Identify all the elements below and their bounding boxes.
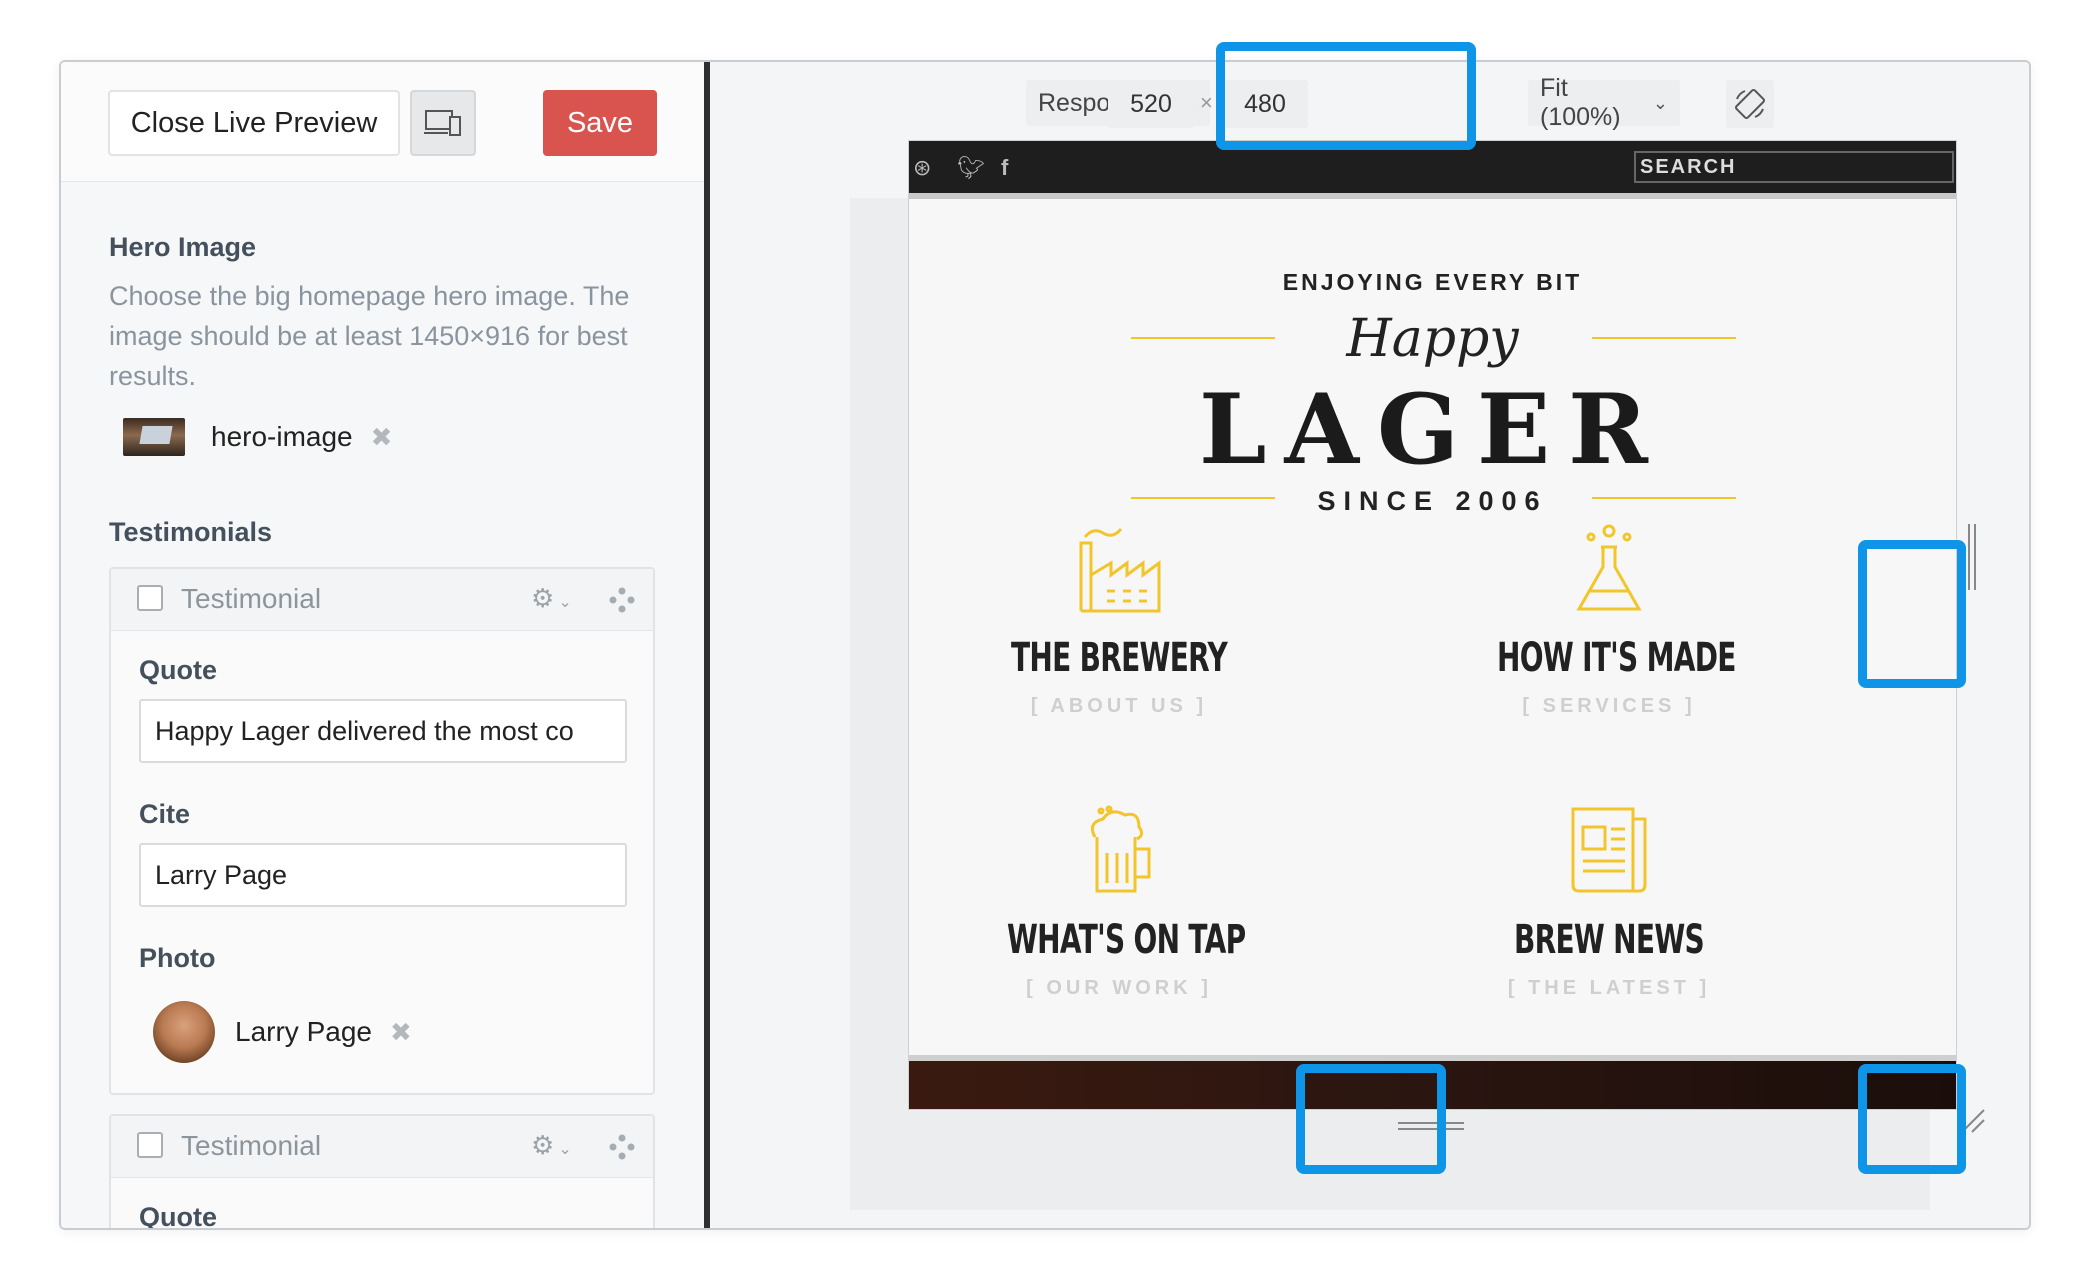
- feature-how-its-made[interactable]: HOW IT'S MADE [ SERVICES ]: [1449, 523, 1769, 718]
- feature-link[interactable]: [ OUR WORK ]: [959, 977, 1279, 1000]
- testimonial-checkbox[interactable]: [137, 585, 163, 611]
- save-button[interactable]: Save: [543, 90, 657, 156]
- live-preview-window: Close Live Preview Save Hero Image Choos…: [59, 60, 2031, 1230]
- site-tagline: ENJOYING EVERY BIT: [1282, 269, 1583, 295]
- testimonials-heading: Testimonials: [109, 517, 273, 547]
- chevron-down-icon: ⌄: [1652, 92, 1668, 113]
- testimonial-card-header[interactable]: Testimonial ⚙ ⌄: [111, 569, 653, 631]
- hero-image-thumbnail[interactable]: [123, 418, 185, 456]
- quote-label: Quote: [139, 1202, 217, 1228]
- quote-label: Quote: [139, 655, 217, 685]
- remove-hero-image-icon[interactable]: ✖: [371, 422, 393, 453]
- device-preview-button[interactable]: [410, 90, 476, 156]
- photo-label: Photo: [139, 943, 216, 973]
- cite-label: Cite: [139, 799, 191, 829]
- twitter-icon[interactable]: 🐦︎: [957, 155, 985, 181]
- cite-input[interactable]: Larry Page: [139, 843, 627, 907]
- remove-photo-icon[interactable]: ✖: [390, 1017, 412, 1048]
- testimonial-checkbox[interactable]: [137, 1132, 163, 1158]
- corner-handle-highlight: [1858, 1064, 1966, 1174]
- width-input[interactable]: 520: [1108, 80, 1194, 128]
- newspaper-icon: [1571, 807, 1647, 893]
- testimonial-card-title: Testimonial: [181, 583, 322, 614]
- factory-icon: [1079, 528, 1161, 613]
- site-search-input[interactable]: SEARCH: [1634, 151, 1954, 183]
- site-since: SINCE 2006: [1317, 486, 1548, 516]
- hero-image-filename: hero-image: [211, 421, 353, 452]
- hero-image-heading: Hero Image: [109, 232, 257, 262]
- devices-icon: [424, 110, 461, 136]
- feature-title: WHAT'S ON TAP: [1007, 917, 1246, 963]
- close-live-preview-button[interactable]: Close Live Preview: [108, 90, 400, 156]
- testimonial-card-title: Testimonial: [181, 1130, 322, 1161]
- site-script-logo: Happy: [1346, 309, 1519, 369]
- beer-mug-icon: [1090, 805, 1151, 893]
- drag-handle-icon[interactable]: [609, 587, 635, 613]
- dribbble-icon[interactable]: ⊛: [913, 155, 931, 181]
- hero-image-description: Choose the big homepage hero image. The …: [109, 281, 630, 391]
- feature-brew-news[interactable]: BREW NEWS [ THE LATEST ]: [1449, 805, 1769, 1000]
- site-logo: LAGER: [1199, 373, 1666, 486]
- drag-handle-icon[interactable]: [609, 1134, 635, 1160]
- feature-title: BREW NEWS: [1514, 917, 1705, 963]
- quote-input[interactable]: Happy Lager delivered the most co: [139, 699, 627, 763]
- feature-title: HOW IT'S MADE: [1497, 635, 1736, 681]
- height-handle-highlight: [1296, 1064, 1446, 1174]
- facebook-icon[interactable]: f: [1001, 155, 1008, 181]
- testimonial-card: Testimonial ⚙ ⌄ Quote Happy Lager deliver…: [109, 567, 655, 1095]
- feature-brewery[interactable]: THE BREWERY [ ABOUT US ]: [959, 523, 1279, 718]
- feature-whats-on-tap[interactable]: WHAT'S ON TAP [ OUR WORK ]: [959, 805, 1279, 1000]
- preview-viewport[interactable]: ⊛ 🐦︎ f SEARCH ENJOYING EVERY BIT Happy L…: [908, 140, 1957, 1110]
- testimonial-card: Testimonial ⚙ ⌄ Quote: [109, 1114, 655, 1228]
- zoom-select-label: Fit (100%): [1540, 74, 1621, 131]
- avatar[interactable]: [153, 1001, 215, 1063]
- dimensions-highlight: [1216, 42, 1476, 150]
- preview-panel: Responsive ⌄ 520 × 480 Fit (100%) ⌄ ⊛ 🐦︎…: [710, 62, 2029, 1228]
- feature-link[interactable]: [ SERVICES ]: [1449, 695, 1769, 718]
- dimension-separator: ×: [1200, 90, 1213, 115]
- width-handle-highlight: [1858, 540, 1966, 688]
- photo-filename: Larry Page: [235, 1016, 372, 1047]
- zoom-select[interactable]: Fit (100%) ⌄: [1528, 74, 1680, 131]
- rotate-button[interactable]: [1726, 80, 1774, 128]
- hero-image-file: hero-image ✖: [123, 418, 392, 456]
- editor-panel: Close Live Preview Save Hero Image Choos…: [61, 62, 707, 1228]
- resize-width-handle[interactable]: [1966, 524, 1978, 590]
- rotate-icon: [1734, 88, 1766, 120]
- feature-link[interactable]: [ THE LATEST ]: [1449, 977, 1769, 1000]
- photo-file: Larry Page ✖: [153, 1001, 412, 1063]
- feature-title: THE BREWERY: [1010, 635, 1228, 681]
- testimonial-card-header[interactable]: Testimonial ⚙ ⌄: [111, 1116, 653, 1178]
- gear-icon[interactable]: ⚙ ⌄: [531, 1130, 572, 1161]
- flask-icon: [1576, 524, 1642, 611]
- gear-icon[interactable]: ⚙ ⌄: [531, 583, 572, 614]
- feature-link[interactable]: [ ABOUT US ]: [959, 695, 1279, 718]
- editor-toolbar: Close Live Preview Save: [61, 62, 707, 182]
